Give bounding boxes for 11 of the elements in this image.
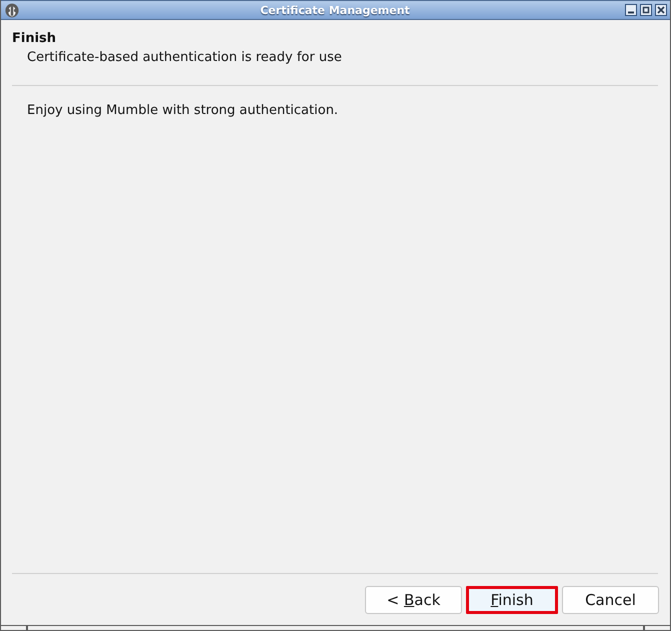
page-title: Finish [12,31,56,47]
page-subtitle: Certificate-based authentication is ready for use [27,50,342,66]
app-logo-icon [5,2,19,18]
maximize-icon[interactable] [640,4,652,16]
finish-button[interactable]: Finish [466,586,558,614]
body-text: Enjoy using Mumble with strong authentication. [27,103,338,119]
window-title: Certificate Management [259,4,411,16]
cancel-button[interactable]: Cancel [562,586,659,614]
minimize-icon[interactable] [625,4,637,16]
close-icon[interactable] [655,4,667,16]
back-button[interactable]: < Back [365,586,462,614]
